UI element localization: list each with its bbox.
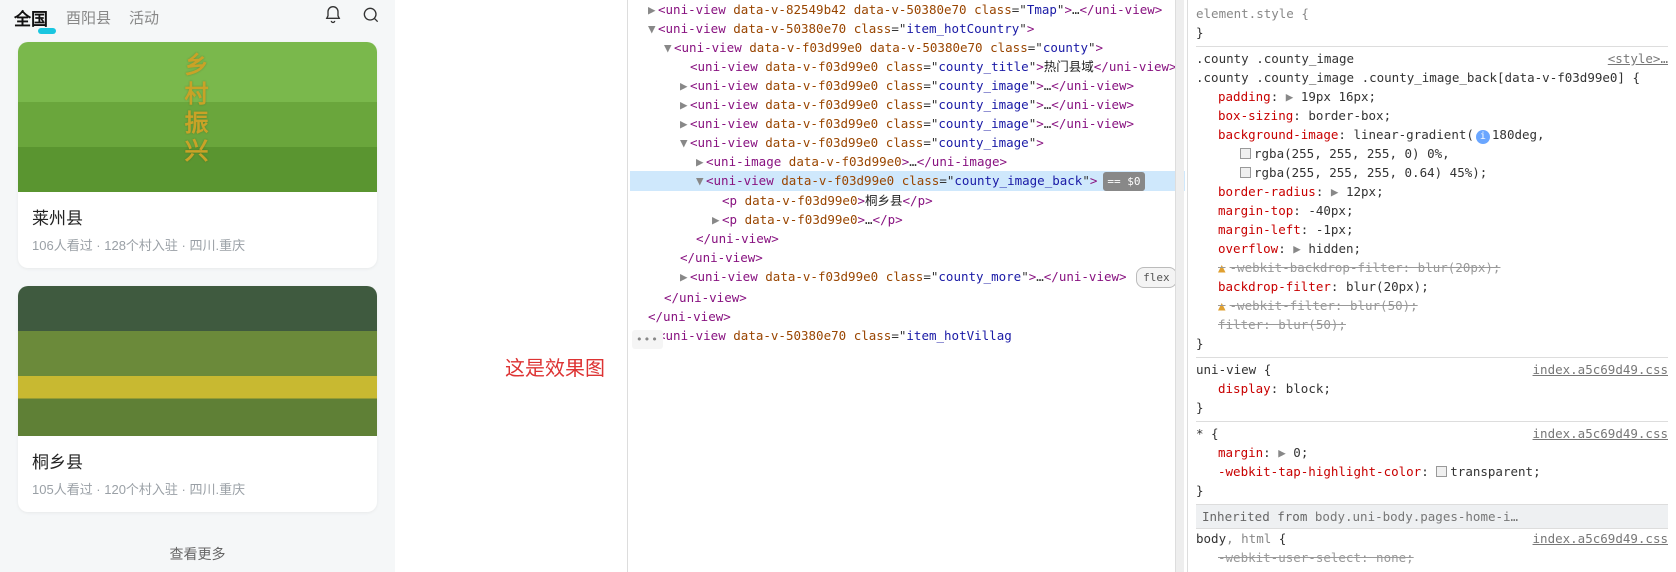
annotation-label: 这是效果图 [505, 352, 605, 381]
middle-gap: 这是效果图 [395, 0, 627, 572]
dom-node[interactable]: </uni-view> [630, 307, 1185, 326]
dom-node[interactable]: ▶<uni-view data-v-f03d99e0 class="county… [630, 76, 1185, 95]
mobile-preview: 全国 酉阳县 活动 莱州县 106人看过 · 128个村入驻 · 四川.重庆 桐… [0, 0, 395, 572]
style-rule-element[interactable]: element.style { } [1196, 4, 1668, 42]
county-card[interactable]: 莱州县 106人看过 · 128个村入驻 · 四川.重庆 [18, 42, 377, 268]
card-subtitle: 105人看过 · 120个村入驻 · 四川.重庆 [32, 479, 363, 498]
dom-node[interactable]: </uni-view> [630, 229, 1185, 248]
color-swatch[interactable] [1240, 167, 1251, 178]
stylesheet-link[interactable]: index.a5c69d49.css [1533, 529, 1668, 548]
card-image [18, 286, 377, 436]
card-image [18, 42, 377, 192]
stylesheet-link[interactable]: <style>… [1608, 49, 1668, 68]
color-swatch[interactable] [1240, 148, 1251, 159]
dom-node[interactable]: ▼<uni-view data-v-50380e70 class="item_h… [630, 19, 1185, 38]
dom-node-selected[interactable]: ▼<uni-view data-v-f03d99e0 class="county… [630, 171, 1185, 191]
card-subtitle: 106人看过 · 128个村入驻 · 四川.重庆 [32, 235, 363, 254]
dom-node[interactable]: ▶<uni-view data-v-f03d99e0 class="county… [630, 267, 1185, 288]
dom-node[interactable]: <uni-view data-v-f03d99e0 class="county_… [630, 57, 1185, 76]
dom-node[interactable]: ▼<uni-view data-v-f03d99e0 data-v-50380e… [630, 38, 1185, 57]
card-title: 桐乡县 [32, 448, 363, 473]
dom-node[interactable]: ▶<uni-view data-v-f03d99e0 class="county… [630, 114, 1185, 133]
color-swatch[interactable] [1436, 466, 1447, 477]
preview-header: 全国 酉阳县 活动 [0, 0, 395, 34]
dom-node[interactable]: ▶<uni-view data-v-50380e70 class="item_h… [630, 326, 1185, 345]
search-icon[interactable] [361, 5, 381, 29]
elements-panel[interactable]: ••• ▶<uni-view data-v-82549b42 data-v-50… [627, 0, 1187, 572]
styles-panel[interactable]: element.style { } <style>….county .count… [1187, 0, 1676, 572]
tab-youyang[interactable]: 酉阳县 [66, 7, 111, 28]
dom-node[interactable]: <p data-v-f03d99e0>桐乡县</p> [630, 191, 1185, 210]
inherited-from-link[interactable]: body.uni-body.pages-home-i… [1315, 509, 1518, 524]
dom-node[interactable]: ▶<uni-image data-v-f03d99e0>…</uni-image… [630, 152, 1185, 171]
ellipsis-icon[interactable]: ••• [632, 330, 663, 349]
bell-icon[interactable] [323, 5, 343, 29]
dom-node[interactable]: </uni-view> [630, 288, 1185, 307]
inherited-from-bar: Inherited from body.uni-body.pages-home-… [1196, 504, 1668, 529]
county-card[interactable]: 桐乡县 105人看过 · 120个村入驻 · 四川.重庆 [18, 286, 377, 512]
dom-node[interactable]: ▶<uni-view data-v-f03d99e0 class="county… [630, 95, 1185, 114]
warning-icon: ▲ [1218, 298, 1226, 313]
style-rule-county-image-back[interactable]: <style>….county .county_image .county .c… [1196, 46, 1668, 353]
info-icon[interactable]: i [1476, 130, 1490, 144]
stylesheet-link[interactable]: index.a5c69d49.css [1533, 424, 1668, 443]
dom-node[interactable]: ▶<uni-view data-v-82549b42 data-v-50380e… [630, 0, 1185, 19]
style-rule-body-html[interactable]: index.a5c69d49.cssbody, html { -webkit-u… [1196, 529, 1668, 567]
preview-scroll[interactable]: 莱州县 106人看过 · 128个村入驻 · 四川.重庆 桐乡县 105人看过 … [0, 34, 395, 572]
dom-node[interactable]: </uni-view> [630, 248, 1185, 267]
dom-node[interactable]: ▼<uni-view data-v-f03d99e0 class="county… [630, 133, 1185, 152]
style-rule-star[interactable]: index.a5c69d49.css* { margin: ▶ 0; -webk… [1196, 421, 1668, 500]
style-rule-uni-view[interactable]: index.a5c69d49.cssuni-view { display: bl… [1196, 357, 1668, 417]
dom-node[interactable]: ▶<p data-v-f03d99e0>…</p> [630, 210, 1185, 229]
stylesheet-link[interactable]: index.a5c69d49.css [1533, 360, 1668, 379]
card-title: 莱州县 [32, 204, 363, 229]
warning-icon: ▲ [1218, 260, 1226, 275]
tab-quanguo[interactable]: 全国 [14, 5, 48, 30]
tab-huodong[interactable]: 活动 [129, 7, 159, 28]
elements-scrollbar[interactable] [1175, 0, 1184, 572]
view-more[interactable]: 查看更多 [18, 530, 377, 570]
